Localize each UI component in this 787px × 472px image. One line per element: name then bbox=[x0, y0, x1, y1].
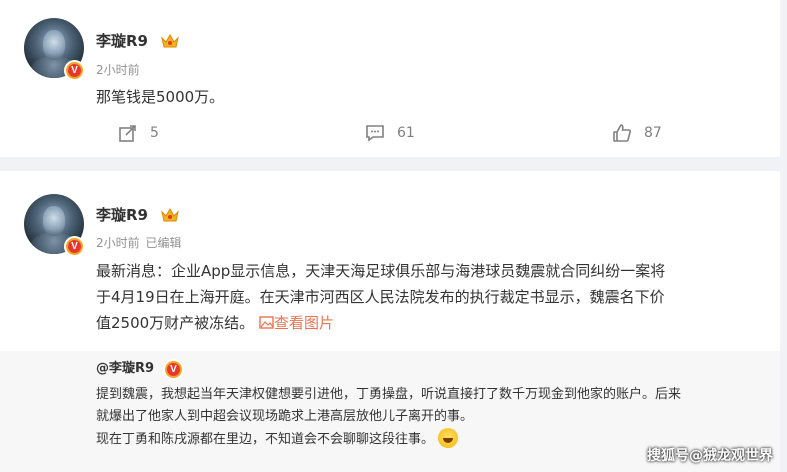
verified-badge-icon: V bbox=[163, 359, 184, 380]
repost-count: 5 bbox=[150, 125, 159, 141]
post-text-line-1: 最新消息：企业App显示信息，天津天海足球俱乐部与海港球员魏震就合同纠纷一案将 bbox=[96, 262, 666, 280]
like-count: 87 bbox=[644, 125, 662, 141]
weibo-post-2: V 李璇R9 2小时前 已编辑 最新消息：企业App显示信息，天津天海足球俱乐部… bbox=[0, 171, 780, 472]
quoted-line-2: 就爆出了他家人到中超会议现场跪求上港高层放他儿子离开的事。 bbox=[96, 409, 474, 424]
crown-icon bbox=[161, 207, 179, 222]
quoted-line-1: 提到魏震，我想起当年天津权健想要引进他，丁勇操盘，听说直接打了数千万现金到他家的… bbox=[96, 387, 682, 402]
watermark: 搜狐号@狨龙观世界 bbox=[647, 448, 773, 464]
comment-button[interactable]: 61 bbox=[365, 122, 415, 144]
comment-count: 61 bbox=[397, 125, 415, 141]
repost-button[interactable]: 5 bbox=[118, 122, 159, 144]
edited-label[interactable]: 已编辑 bbox=[145, 236, 181, 250]
like-button[interactable]: 87 bbox=[612, 122, 662, 144]
post-text-line-3: 值2500万财产被冻结。 查看图片 bbox=[96, 314, 334, 332]
comment-icon bbox=[366, 125, 384, 142]
image-icon bbox=[259, 316, 274, 329]
post-text: 最新消息：企业App显示信息，天津天海足球俱乐部与海港球员魏震就合同纠纷一案将 … bbox=[96, 258, 766, 336]
post-meta: 2小时前 已编辑 bbox=[96, 235, 181, 251]
like-icon bbox=[613, 124, 631, 142]
quoted-username[interactable]: @李璇R9 bbox=[96, 359, 154, 379]
repost-icon bbox=[119, 125, 136, 142]
post-time[interactable]: 2小时前 bbox=[96, 236, 140, 250]
weibo-post-1: V 李璇R9 2小时前 那笔钱是5000万。 5 61 87 bbox=[0, 0, 780, 157]
verified-badge-icon: V bbox=[64, 236, 85, 257]
crown-icon bbox=[161, 33, 179, 48]
post-text-line-2: 于4月19日在上海开庭。在天津市河西区人民法院发布的执行裁定书显示，魏震名下价 bbox=[96, 288, 665, 306]
username[interactable]: 李璇R9 bbox=[96, 205, 148, 225]
post-text: 那笔钱是5000万。 bbox=[96, 88, 225, 106]
quoted-text: 提到魏震，我想起当年天津权健想要引进他，丁勇操盘，听说直接打了数千万现金到他家的… bbox=[96, 384, 756, 451]
username[interactable]: 李璇R9 bbox=[96, 31, 148, 51]
view-image-link[interactable]: 查看图片 bbox=[259, 314, 334, 332]
post-time[interactable]: 2小时前 bbox=[96, 62, 140, 78]
verified-badge-icon: V bbox=[64, 60, 85, 81]
laugh-cry-emoji-icon bbox=[438, 428, 459, 448]
